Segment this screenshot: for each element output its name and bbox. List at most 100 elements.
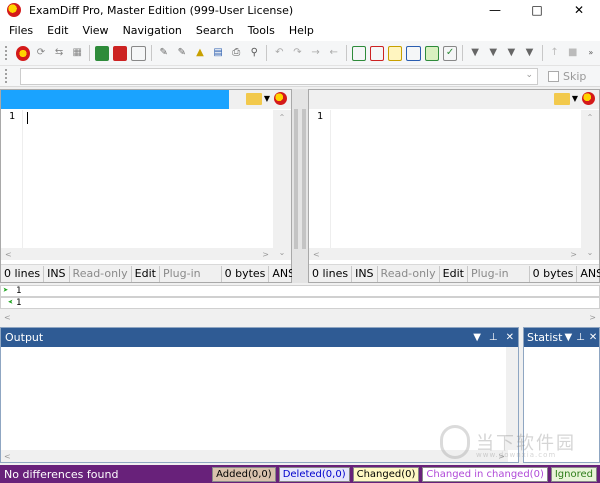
pane-splitter[interactable]	[292, 89, 308, 283]
report-icon[interactable]: ▤	[211, 46, 225, 61]
maximize-button[interactable]: □	[516, 0, 558, 20]
left-pane: ▼ 1 ⌃ ⌄ < > 0 lines INS Read-only Edit Plu…	[0, 89, 298, 283]
stop-icon[interactable]: ■	[566, 46, 580, 61]
print-icon[interactable]: ⎙	[229, 46, 243, 61]
compare-icon[interactable]	[274, 92, 287, 105]
folder-icon[interactable]	[553, 92, 570, 105]
output-panel-title: Output	[5, 331, 44, 344]
left-horizontal-scrollbar[interactable]: < >	[1, 248, 273, 260]
filter-icon[interactable]: ▼	[468, 46, 482, 61]
dropdown-icon[interactable]: ▼	[564, 332, 572, 343]
left-path-field[interactable]	[1, 90, 229, 109]
skip-label: Skip	[563, 69, 587, 83]
menu-view[interactable]: View	[75, 20, 115, 41]
toolbar-overflow-icon[interactable]: »	[584, 46, 598, 61]
plugin-status: Plug-in	[160, 265, 222, 282]
right-line-compare: ➤ 1	[0, 297, 600, 309]
plugin-status: Plug-in	[468, 265, 530, 282]
watermark: 当下软件园 www.downxia.com	[440, 425, 576, 459]
prev-diff-icon[interactable]: ←	[327, 46, 341, 61]
watermark-url: www.downxia.com	[476, 451, 557, 459]
menu-navigation[interactable]: Navigation	[116, 20, 189, 41]
right-pane: ▼ 1 ⌃ ⌄ < > 0 lines INS Read-only Edit Plu…	[308, 89, 600, 283]
redo-icon[interactable]: ↷	[290, 46, 304, 61]
filter-added-icon[interactable]: ▼	[486, 46, 500, 61]
left-status-bar: 0 lines INS Read-only Edit Plug-in 0 byt…	[1, 264, 298, 282]
left-editor[interactable]: 1	[1, 110, 273, 248]
legend-deleted: Deleted(0,0)	[278, 466, 350, 482]
lock-icon[interactable]: ▲	[193, 46, 207, 61]
legend-changed-in-changed: Changed in changed(0)	[422, 466, 548, 482]
right-editor[interactable]: 1	[309, 110, 581, 248]
compare-combo[interactable]: ⌄	[20, 67, 538, 85]
undo-icon[interactable]: ↶	[272, 46, 286, 61]
show-deleted-icon[interactable]	[369, 45, 385, 61]
menu-edit[interactable]: Edit	[40, 20, 75, 41]
save-left-icon[interactable]	[95, 45, 110, 61]
menu-files[interactable]: Files	[2, 20, 40, 41]
edit-status: Edit	[440, 265, 468, 282]
skip-checkbox[interactable]: Skip	[548, 70, 586, 83]
legend-ignored: Ignored	[550, 466, 597, 482]
close-button[interactable]: ✕	[558, 0, 600, 20]
save-right-icon[interactable]	[113, 45, 128, 61]
pin-icon[interactable]: ⊥	[489, 332, 498, 343]
check-icon[interactable]: ✓	[442, 45, 458, 61]
swap-icon[interactable]: ⇆	[52, 46, 66, 61]
byte-count: 0 bytes	[530, 265, 578, 282]
up-icon[interactable]: ↑	[548, 46, 562, 61]
filter-deleted-icon[interactable]: ▼	[504, 46, 518, 61]
chevron-down-icon[interactable]: ▼	[264, 94, 270, 103]
right-status-bar: 0 lines INS Read-only Edit Plug-in 0 byt…	[309, 264, 600, 282]
save-all-icon[interactable]	[131, 45, 146, 61]
recompare-icon[interactable]: ⟳	[34, 46, 48, 61]
insert-mode: INS	[352, 265, 378, 282]
window-title: ExamDiff Pro, Master Edition (999-User L…	[29, 3, 294, 17]
edit-status: Edit	[132, 265, 160, 282]
minimize-button[interactable]: —	[474, 0, 516, 20]
compare-icon[interactable]	[15, 45, 30, 61]
menu-search[interactable]: Search	[189, 20, 241, 41]
readonly-status: Read-only	[378, 265, 440, 282]
output-horizontal-scrollbar[interactable]: < >	[1, 450, 508, 462]
folder-icon[interactable]	[245, 92, 262, 105]
menu-tools[interactable]: Tools	[241, 20, 282, 41]
grid-view-icon[interactable]	[406, 45, 421, 61]
toolbar-grip[interactable]	[4, 45, 8, 61]
filter-changed-icon[interactable]: ▼	[522, 46, 536, 61]
print-preview-icon[interactable]: ⚲	[247, 46, 261, 61]
close-icon[interactable]: ✕	[506, 332, 514, 343]
status-bar: No differences found Added(0,0) Deleted(…	[0, 465, 600, 483]
arrow-right-icon: ➤	[3, 286, 9, 296]
line-compare-scrollbar[interactable]: < >	[0, 311, 600, 323]
main-toolbar: ⟳ ⇆ ▦ ✎ ✎ ▲ ▤ ⎙ ⚲ ↶ ↷ → ← ✓ ▼ ▼ ▼ ▼ ↑ ■ …	[0, 41, 600, 66]
left-vertical-scrollbar[interactable]: ⌃ ⌄	[273, 110, 291, 260]
encoding: ANSI	[580, 266, 600, 280]
sync-icon[interactable]	[424, 45, 439, 61]
edit-right-icon[interactable]: ✎	[175, 46, 189, 61]
chevron-down-icon[interactable]: ▼	[572, 94, 578, 103]
toolbar-grip[interactable]	[4, 68, 8, 84]
close-icon[interactable]: ✕	[589, 332, 597, 343]
title-bar: ExamDiff Pro, Master Edition (999-User L…	[0, 0, 600, 20]
right-path-field[interactable]	[309, 90, 539, 109]
chevron-down-icon[interactable]: ⌄	[525, 70, 533, 80]
legend-added: Added(0,0)	[212, 466, 276, 482]
show-changed-icon[interactable]	[388, 45, 403, 61]
path-toolbar: ⌄ Skip	[0, 66, 600, 87]
dropdown-icon[interactable]: ▼	[473, 332, 481, 343]
menu-help[interactable]: Help	[282, 20, 321, 41]
pin-icon[interactable]: ⊥	[576, 332, 585, 343]
compare-icon[interactable]	[582, 92, 595, 105]
checkbox-icon[interactable]	[548, 70, 559, 82]
right-horizontal-scrollbar[interactable]: < >	[309, 248, 581, 260]
text-cursor	[27, 112, 28, 124]
next-diff-icon[interactable]: →	[309, 46, 323, 61]
open-icon[interactable]: ▦	[70, 46, 84, 61]
edit-left-icon[interactable]: ✎	[157, 46, 171, 61]
left-line-number: 1	[16, 286, 22, 296]
right-line-number: 1	[16, 298, 22, 308]
byte-count: 0 bytes	[222, 265, 270, 282]
right-vertical-scrollbar[interactable]: ⌃ ⌄	[581, 110, 599, 260]
show-added-icon[interactable]	[351, 45, 366, 61]
